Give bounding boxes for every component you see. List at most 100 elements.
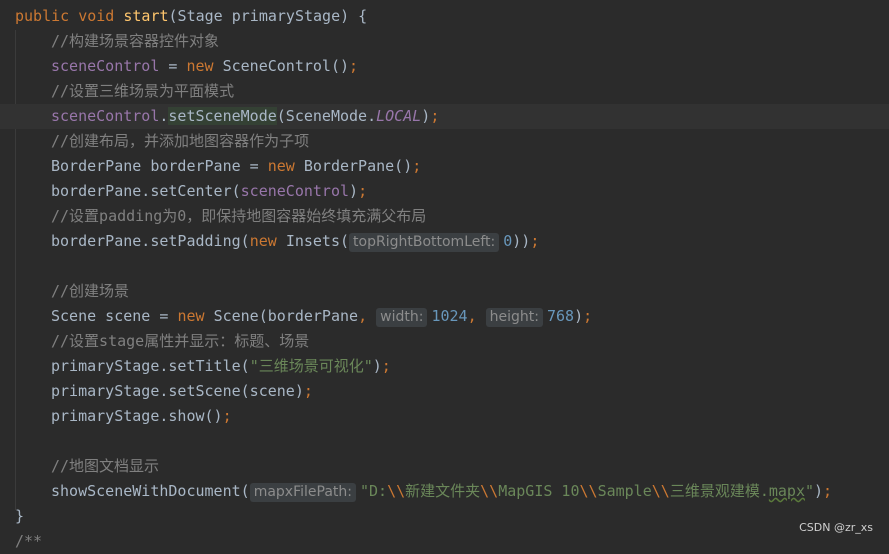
watermark: CSDN @zr_xs	[799, 521, 873, 534]
code-token: public	[15, 7, 79, 25]
code-text: //创建场景	[51, 279, 129, 304]
code-token: showSceneWithDocument(	[51, 482, 250, 500]
code-token: ,	[358, 307, 377, 325]
code-token: \\	[579, 482, 598, 500]
code-token: new	[186, 57, 223, 75]
code-line[interactable]: showSceneWithDocument(mapxFilePath: "D: \\…	[0, 479, 889, 504]
code-text: Scene scene = new Scene(borderPane, widt…	[51, 304, 592, 329]
code-token: /**	[15, 532, 43, 550]
code-text: //创建布局，并添加地图容器作为子项	[51, 129, 309, 154]
code-editor[interactable]: public void start(Stage primaryStage) { /…	[0, 0, 889, 550]
code-token: "三维场景可视化"	[249, 357, 373, 375]
code-token: sceneControl	[51, 57, 160, 75]
code-token: 新建文件夹	[405, 482, 481, 500]
code-line[interactable]: primaryStage.setScene(scene);	[0, 379, 889, 404]
code-token: new	[249, 232, 286, 250]
code-line[interactable]: sceneControl.setSceneMode(SceneMode.LOCA…	[0, 104, 889, 129]
code-token: //地图文档显示	[51, 457, 160, 475]
code-line[interactable]	[0, 429, 889, 454]
code-token: setSceneMode	[168, 107, 277, 125]
code-token: 768	[546, 307, 575, 325]
code-token: new	[267, 157, 304, 175]
code-text: primaryStage.setTitle("三维场景可视化");	[51, 354, 391, 379]
code-token: \\	[480, 482, 499, 500]
code-token: )	[574, 307, 584, 325]
code-line[interactable]: sceneControl = new SceneControl();	[0, 54, 889, 79]
code-token: ,	[467, 307, 486, 325]
code-line[interactable]: BorderPane borderPane = new BorderPane()…	[0, 154, 889, 179]
code-line[interactable]: //地图文档显示	[0, 454, 889, 479]
code-token: start	[123, 7, 169, 25]
code-token: (Stage primaryStage) {	[168, 7, 368, 25]
code-text: primaryStage.show();	[51, 404, 232, 429]
code-token: ;	[530, 232, 540, 250]
code-token: primaryStage.show()	[51, 407, 223, 425]
code-line[interactable]: primaryStage.show();	[0, 404, 889, 429]
code-line[interactable]: //设置padding为0，即保持地图容器始终填充满父布局	[0, 204, 889, 229]
code-token: mapx	[768, 482, 805, 500]
code-text: showSceneWithDocument(mapxFilePath: "D: \\…	[51, 479, 832, 504]
code-token: \\	[651, 482, 670, 500]
code-token: )	[372, 357, 382, 375]
code-token: Scene scene =	[51, 307, 178, 325]
parameter-hint: mapxFilePath:	[249, 483, 356, 502]
code-line[interactable]: /**	[0, 529, 889, 554]
code-token: "	[804, 482, 815, 500]
code-token: Sample	[597, 482, 652, 500]
code-token: Insets(	[285, 232, 350, 250]
code-line[interactable]: primaryStage.setTitle("三维场景可视化");	[0, 354, 889, 379]
code-token: =	[159, 57, 187, 75]
code-text: borderPane.setCenter(sceneControl);	[51, 179, 367, 204]
code-text: //设置padding为0，即保持地图容器始终填充满父布局	[51, 204, 426, 229]
code-token: sceneControl	[51, 107, 160, 125]
code-token: //创建场景	[51, 282, 130, 300]
code-token: "D:	[359, 482, 388, 500]
code-text: /**	[15, 529, 42, 554]
code-token: ;	[823, 482, 833, 500]
code-text: primaryStage.setScene(scene);	[51, 379, 313, 404]
parameter-hint: topRightBottomLeft:	[349, 233, 500, 252]
code-line[interactable]: //创建场景	[0, 279, 889, 304]
code-token: new	[177, 307, 214, 325]
code-line[interactable]: //构建场景容器控件对象	[0, 29, 889, 54]
code-token: primaryStage.setTitle(	[51, 357, 250, 375]
code-token: ;	[358, 182, 368, 200]
code-token: 1024	[431, 307, 468, 325]
code-token: )	[814, 482, 824, 500]
code-token: //构建场景容器控件对象	[51, 32, 220, 50]
code-token: ;	[222, 407, 232, 425]
code-line[interactable]: //设置三维场景为平面模式	[0, 79, 889, 104]
code-line[interactable]	[0, 254, 889, 279]
code-token: LOCAL	[376, 107, 422, 125]
code-token: //创建布局，并添加地图容器作为子项	[51, 132, 310, 150]
code-token: 三维景观建模.	[669, 482, 769, 500]
code-token: BorderPane()	[303, 157, 413, 175]
parameter-hint: height:	[485, 308, 543, 327]
code-token: ))	[512, 232, 531, 250]
code-token: SceneControl()	[222, 57, 350, 75]
code-line[interactable]: public void start(Stage primaryStage) {	[0, 4, 889, 29]
code-token: ;	[583, 307, 593, 325]
code-token: //设置padding为0，即保持地图容器始终填充满父布局	[51, 207, 427, 225]
code-line[interactable]: borderPane.setPadding(new Insets(topRigh…	[0, 229, 889, 254]
code-token: 0	[503, 232, 513, 250]
code-token: void	[78, 7, 124, 25]
code-text: sceneControl.setSceneMode(SceneMode.LOCA…	[51, 104, 439, 129]
code-line[interactable]: }	[0, 504, 889, 529]
code-line[interactable]: //设置stage属性并显示：标题、场景	[0, 329, 889, 354]
code-token: }	[15, 507, 25, 525]
code-token: )	[421, 107, 431, 125]
code-line[interactable]: borderPane.setCenter(sceneControl);	[0, 179, 889, 204]
code-text: borderPane.setPadding(new Insets(topRigh…	[51, 229, 539, 254]
code-token: sceneControl	[240, 182, 350, 200]
code-token: //设置stage属性并显示：标题、场景	[51, 332, 310, 350]
code-token: primaryStage.setScene(scene)	[51, 382, 304, 400]
code-line[interactable]: //创建布局，并添加地图容器作为子项	[0, 129, 889, 154]
code-text: }	[15, 504, 24, 529]
code-token: Scene(borderPane	[213, 307, 359, 325]
code-token: ;	[381, 357, 391, 375]
code-text: //设置三维场景为平面模式	[51, 79, 234, 104]
code-line[interactable]: Scene scene = new Scene(borderPane, widt…	[0, 304, 889, 329]
code-text: public void start(Stage primaryStage) {	[15, 4, 367, 29]
code-token: borderPane.setCenter(	[51, 182, 241, 200]
